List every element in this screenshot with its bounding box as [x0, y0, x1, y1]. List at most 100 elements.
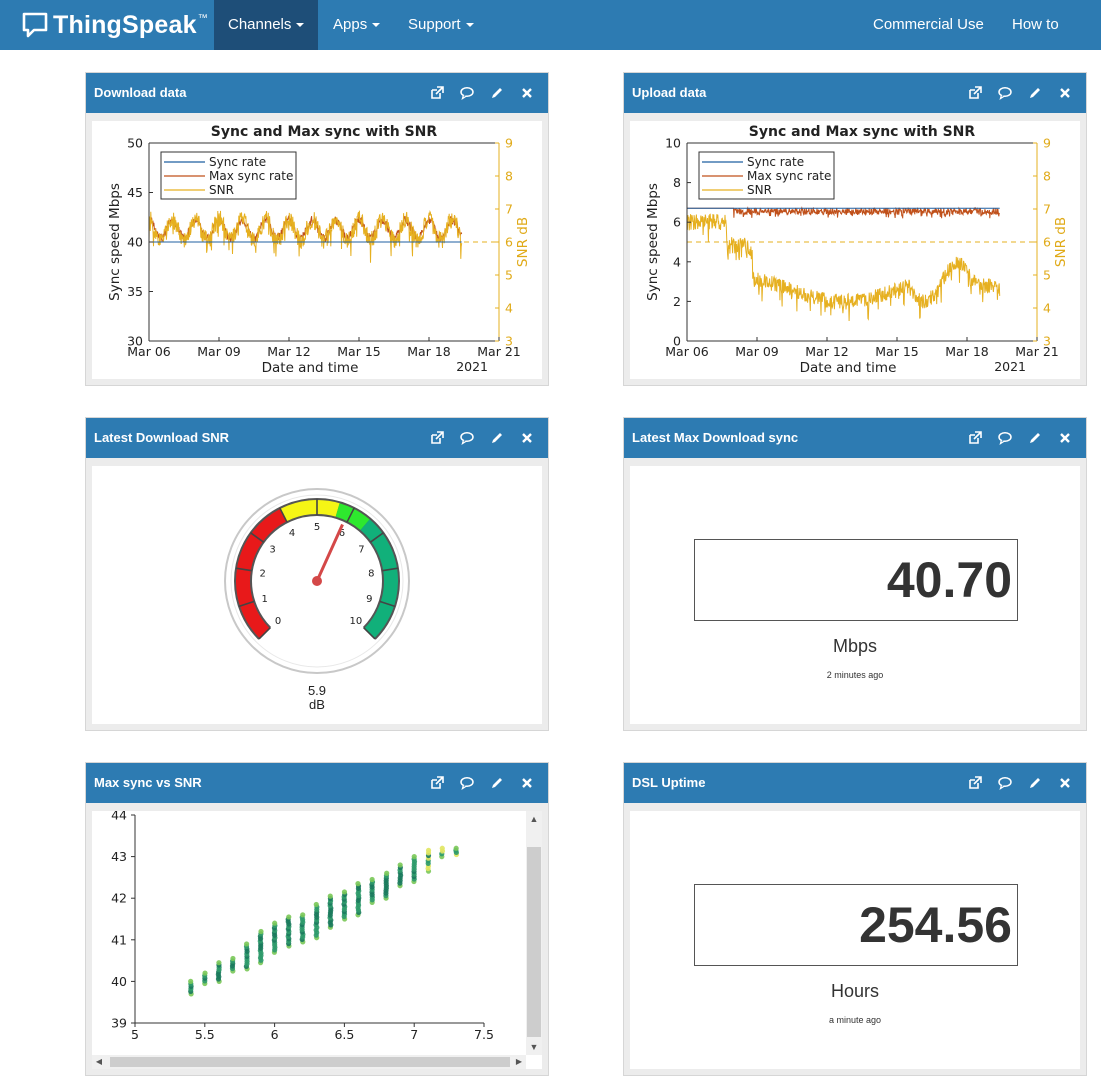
external-link-icon[interactable]: [968, 776, 982, 790]
external-link-icon[interactable]: [968, 431, 982, 445]
numeric-display: 254.56: [694, 884, 1018, 966]
y-tick-label: 30: [127, 334, 143, 349]
scatter-point: [453, 845, 459, 851]
close-icon[interactable]: [520, 776, 534, 790]
scatter-point: [313, 901, 319, 908]
gauge-tick-label: 7: [358, 545, 364, 556]
panel-title: Max sync vs SNR: [94, 775, 202, 790]
scatter-point: [258, 928, 264, 935]
gauge-value: 5.9: [307, 683, 327, 698]
scatter-point: [327, 893, 333, 899]
x-tick-label: Mar 21: [1015, 344, 1058, 359]
panel-title: Upload data: [632, 85, 707, 100]
panel-title: DSL Uptime: [632, 775, 706, 790]
y-tick-label: 42: [111, 891, 127, 906]
comment-icon[interactable]: [460, 86, 474, 100]
brand-trademark: ™: [197, 12, 208, 24]
y-tick-label: 35: [127, 284, 143, 299]
external-link-icon[interactable]: [430, 86, 444, 100]
y2-tick-label: 7: [1043, 202, 1051, 217]
comment-icon[interactable]: [998, 431, 1012, 445]
scatter-point: [244, 941, 250, 947]
comment-icon[interactable]: [998, 776, 1012, 790]
numeric-display: 40.70: [694, 539, 1018, 621]
chart-title: Sync and Max sync with SNR: [749, 124, 976, 140]
comment-icon[interactable]: [998, 86, 1012, 100]
close-icon[interactable]: [520, 431, 534, 445]
x-year-label: 2021: [994, 359, 1026, 374]
scatter-point: [439, 845, 445, 851]
panel-body: 0 1 2 3 4 5 6 7 8 9 10 5.9 dB: [92, 466, 542, 724]
numeric-value: 254.56: [859, 897, 1012, 953]
legend-label: Max sync rate: [209, 169, 293, 183]
series-snr: [149, 209, 463, 263]
pencil-icon[interactable]: [490, 86, 504, 100]
panel-tools: [952, 418, 1072, 458]
panel-header: Max sync vs SNR: [86, 763, 548, 803]
pencil-icon[interactable]: [1028, 86, 1042, 100]
comment-icon[interactable]: [460, 776, 474, 790]
nav-support[interactable]: Support: [394, 0, 488, 50]
scatter-point: [369, 876, 375, 883]
upload-line-chart: Sync and Max sync with SNR Mar 06 Mar 09 Ma…: [645, 124, 1069, 376]
scatter-point: [230, 955, 236, 962]
y-axis-label: Sync speed Mbps: [107, 183, 123, 301]
x-tick-label: 7: [410, 1027, 418, 1042]
scroll-left-icon[interactable]: ◀: [92, 1055, 106, 1069]
y-tick-label: 50: [127, 136, 143, 151]
legend-label: Sync rate: [747, 155, 804, 169]
y2-tick-label: 6: [505, 235, 513, 250]
close-icon[interactable]: [520, 86, 534, 100]
vertical-scroll-thumb[interactable]: [527, 847, 541, 1037]
close-icon[interactable]: [1058, 431, 1072, 445]
x-tick-label: Mar 12: [267, 344, 310, 359]
panel-body: 5 5.5 6 6.5 7 7.5 39 40 41 42 43 44 ▲ ▼ ◀ ▶: [92, 811, 542, 1069]
last-updated: 2 minutes ago: [826, 670, 884, 680]
nav-how-to-buy[interactable]: How to Buy: [998, 0, 1101, 83]
vertical-scrollbar[interactable]: ▲ ▼: [526, 811, 542, 1055]
pencil-icon[interactable]: [1028, 431, 1042, 445]
pencil-icon[interactable]: [1028, 776, 1042, 790]
gauge-tick-label: 8: [368, 568, 374, 579]
x-tick-label: 5.5: [195, 1027, 215, 1042]
y-tick-label: 44: [111, 811, 127, 823]
gauge-tick-label: 5: [314, 522, 320, 533]
external-link-icon[interactable]: [968, 86, 982, 100]
horizontal-scroll-thumb[interactable]: [110, 1057, 510, 1067]
scroll-down-icon[interactable]: ▼: [526, 1039, 542, 1055]
scatter-point: [202, 970, 208, 976]
chart-legend: Sync rateMax sync rateSNR: [698, 151, 835, 200]
close-icon[interactable]: [1058, 86, 1072, 100]
gauge-readout: 5.9 dB: [92, 684, 542, 712]
series-max-sync-rate: [687, 206, 1000, 219]
scroll-up-icon[interactable]: ▲: [526, 811, 542, 827]
y-tick-label: 2: [673, 294, 681, 309]
y-tick-label: 6: [673, 215, 681, 230]
panel-tools: [952, 763, 1072, 803]
nav-apps[interactable]: Apps: [319, 0, 394, 50]
panel-title: Latest Download SNR: [94, 430, 230, 445]
panel-body: Sync and Max sync with SNR Mar 06 Mar 09 Ma…: [92, 121, 542, 379]
external-link-icon[interactable]: [430, 431, 444, 445]
scatter-point: [300, 912, 306, 918]
last-updated: a minute ago: [828, 1015, 882, 1025]
nav-commercial-use[interactable]: Commercial Use: [859, 0, 998, 50]
pencil-icon[interactable]: [490, 776, 504, 790]
panel-latest-download-snr: Latest Download SNR 0 1 2 3 4 5 6 7 8 9 10 5.9 dB: [85, 417, 549, 731]
horizontal-scrollbar[interactable]: ◀ ▶: [92, 1055, 526, 1069]
comment-icon[interactable]: [460, 431, 474, 445]
pencil-icon[interactable]: [490, 431, 504, 445]
y-axis-label: Sync speed Mbps: [645, 183, 661, 301]
nav-channels[interactable]: Channels: [214, 0, 319, 50]
gauge-tick-label: 0: [275, 616, 281, 627]
x-tick-label: Mar 21: [477, 344, 520, 359]
gauge-needle-hub: [312, 576, 322, 586]
scatter-points: [188, 845, 460, 997]
brand-logo[interactable]: ThingSpeak ™: [22, 9, 208, 41]
close-icon[interactable]: [1058, 776, 1072, 790]
x-year-label: 2021: [456, 359, 488, 374]
y2-tick-label: 4: [1043, 301, 1051, 316]
external-link-icon[interactable]: [430, 776, 444, 790]
x-tick-label: Mar 18: [945, 344, 989, 359]
scroll-right-icon[interactable]: ▶: [512, 1055, 526, 1069]
